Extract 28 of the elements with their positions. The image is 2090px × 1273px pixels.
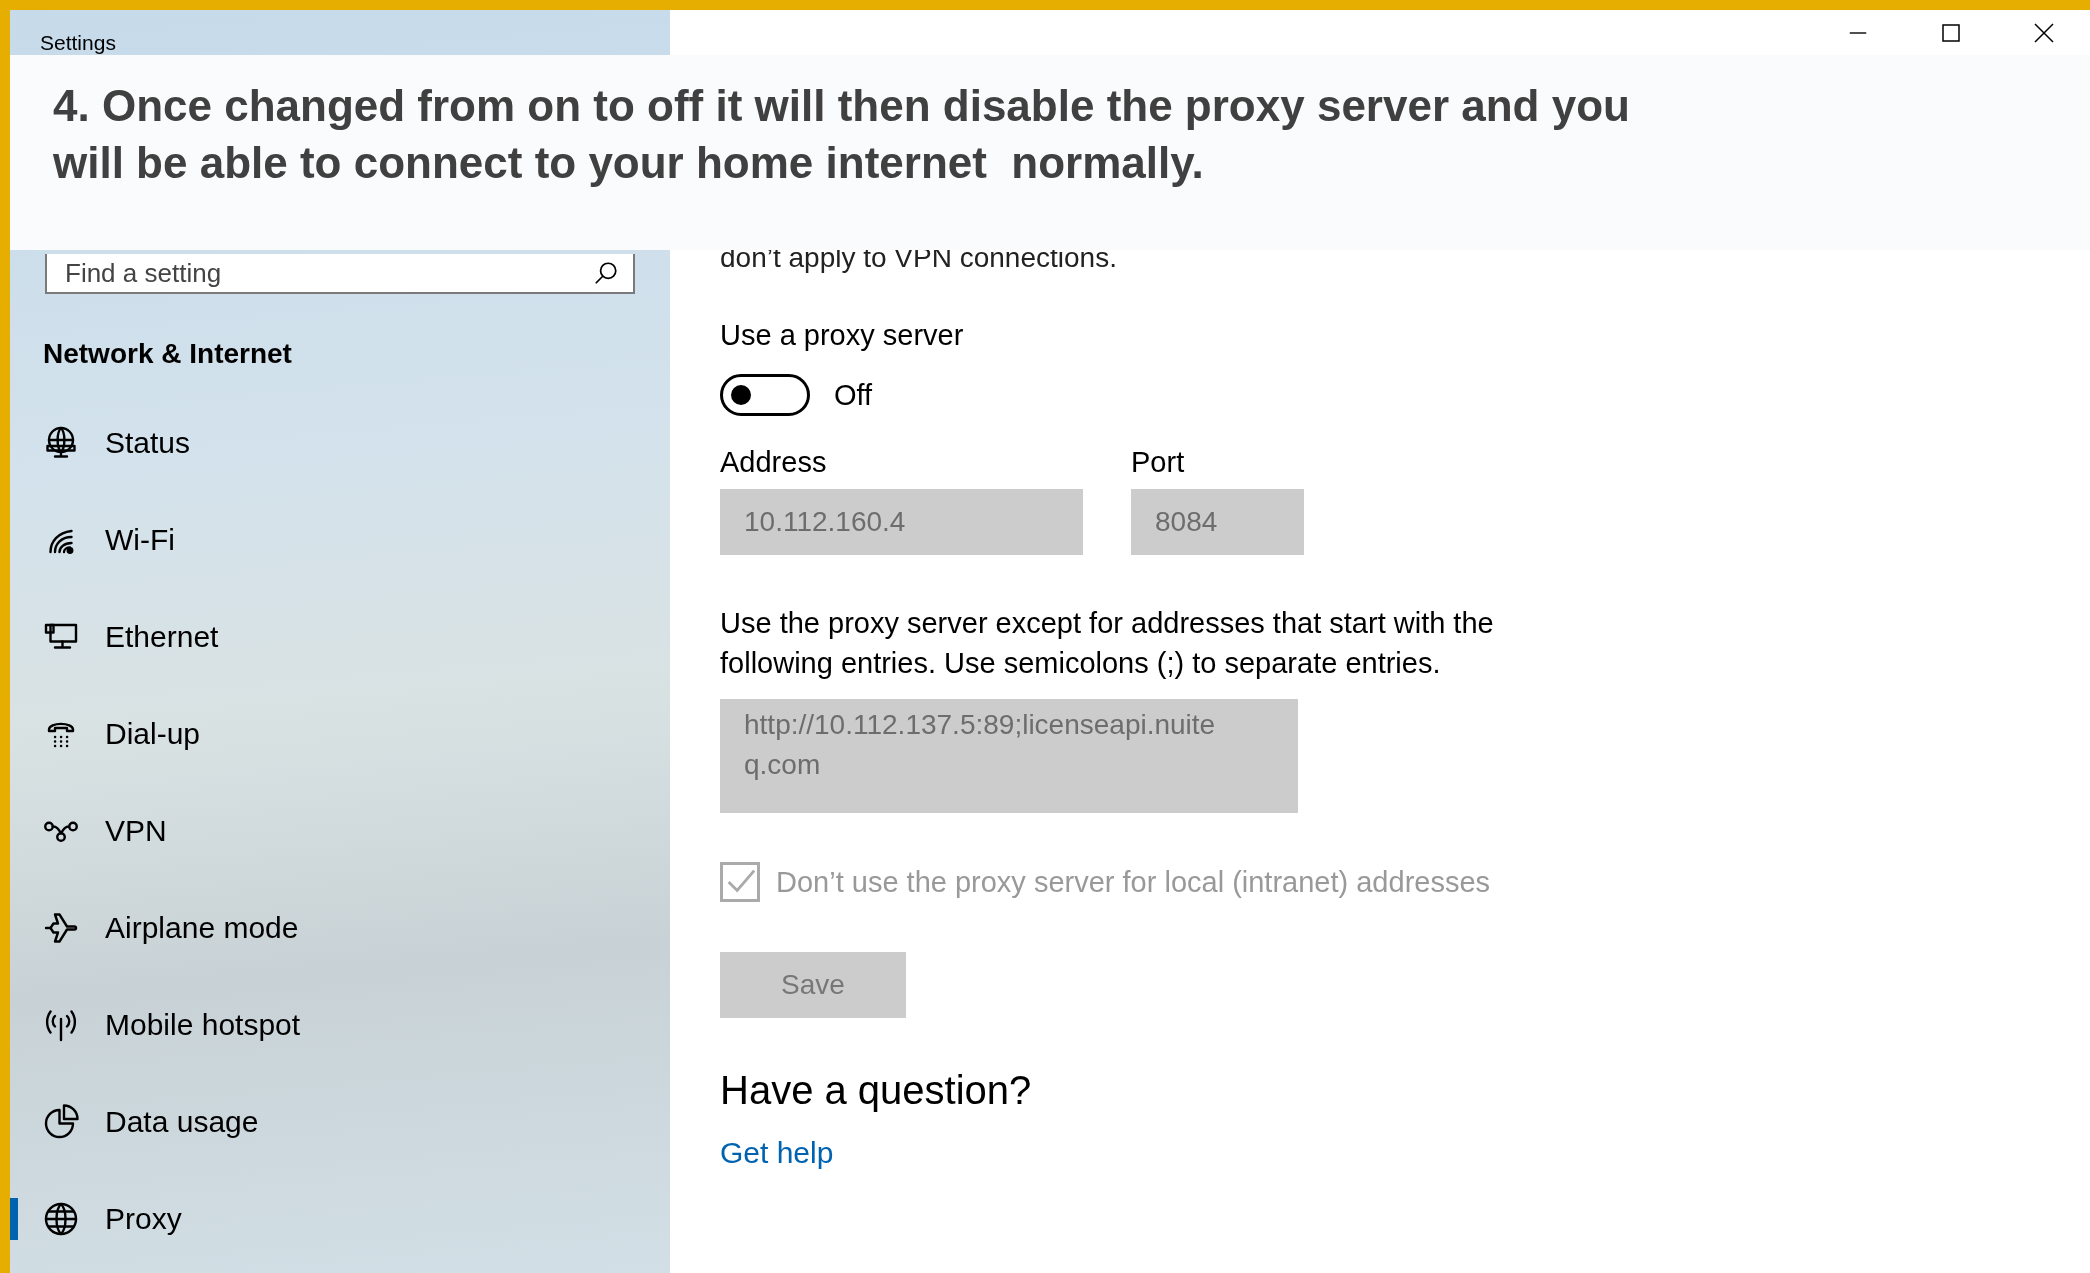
field-label: Port (1131, 445, 1186, 480)
checkbox-label: Don’t use the proxy server for local (intranet) addresses (776, 864, 1491, 900)
field-label: Address (720, 445, 828, 480)
nav-item[interactable]: Proxy (10, 1170, 670, 1267)
nav-item[interactable]: Wi-Fi (10, 491, 670, 588)
exceptions-description: Use the proxy server except for addresses that start with the following entries. Use semicolons (;) to separate entries. (720, 605, 1495, 681)
globe-icon (43, 1200, 79, 1237)
window-title: Settings (40, 30, 116, 57)
toggle-switch[interactable] (720, 374, 810, 417)
nav-item[interactable]: Airplane mode (10, 879, 670, 976)
nav-item[interactable]: Dial-up (10, 685, 670, 782)
close-icon (2032, 22, 2055, 43)
help-link[interactable]: Get help (720, 1136, 834, 1169)
toggle-state: Off (834, 377, 873, 413)
pie-chart-icon (43, 1103, 79, 1140)
caption-text: 4. Once changed from on to off it will then disable the proxy server and you will be able to connect to your home internet normally. (53, 80, 1631, 189)
nav-item[interactable]: Data usage (10, 1073, 670, 1170)
nav-item[interactable]: Status (10, 394, 670, 491)
search-icon (593, 260, 619, 286)
search-field[interactable]: Find a setting (45, 254, 635, 294)
toggle-label: Use a proxy server (720, 318, 965, 353)
nav-item[interactable]: Mobile hotspot (10, 976, 670, 1073)
nav-item[interactable]: VPN (10, 782, 670, 879)
section-heading: Network & Internet (42, 337, 293, 371)
help-heading: Have a question? (720, 1067, 1033, 1114)
globe-monitor-icon (43, 424, 79, 461)
maximize-icon (1939, 23, 1962, 42)
nav-item[interactable]: Ethernet (10, 588, 670, 685)
